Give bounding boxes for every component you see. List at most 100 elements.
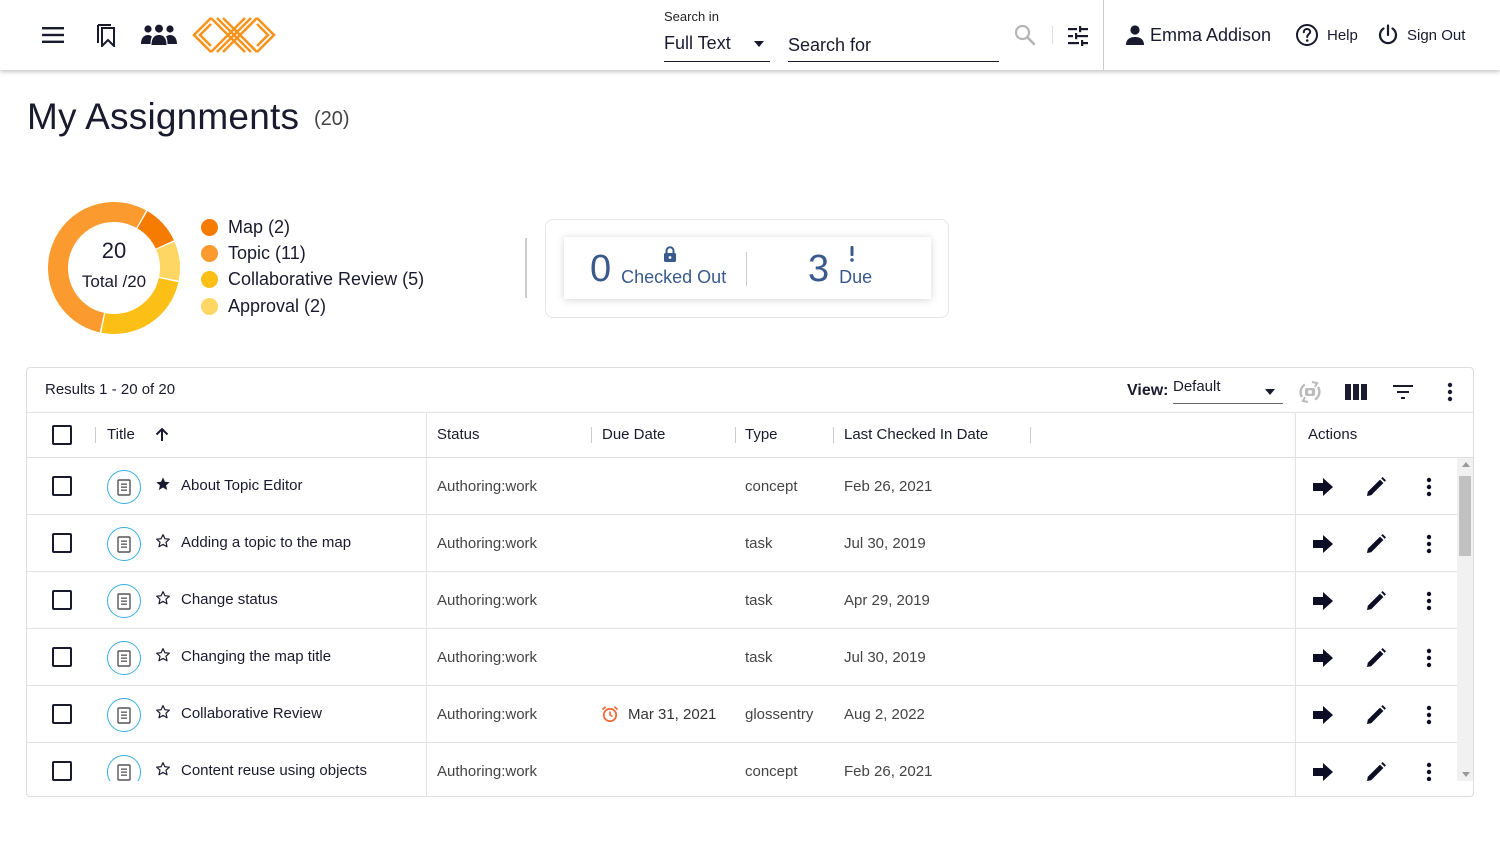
- stats-divider: [746, 252, 747, 286]
- legend-label: Topic (11): [228, 243, 306, 264]
- help-button[interactable]: Help: [1295, 22, 1358, 48]
- row-more-button[interactable]: [1416, 531, 1442, 557]
- due-stat[interactable]: 3 Due: [808, 250, 872, 288]
- star-outline-icon[interactable]: [155, 590, 173, 608]
- scroll-thumb[interactable]: [1459, 476, 1471, 556]
- page-count: (20): [314, 108, 350, 130]
- advanced-search-button[interactable]: [1064, 22, 1092, 50]
- row-title[interactable]: About Topic Editor: [181, 477, 302, 494]
- row-last-checked-in: Apr 29, 2019: [844, 592, 930, 609]
- legend-item-topic[interactable]: Topic (11): [201, 240, 424, 266]
- open-button[interactable]: [1310, 474, 1336, 500]
- exclamation-icon: [850, 246, 854, 262]
- edit-button[interactable]: [1363, 588, 1389, 614]
- row-more-button[interactable]: [1416, 588, 1442, 614]
- row-more-button[interactable]: [1416, 645, 1442, 671]
- row-title[interactable]: Change status: [181, 591, 278, 608]
- summary-divider: [525, 238, 527, 298]
- row-checkbox[interactable]: [52, 533, 72, 553]
- row-title[interactable]: Changing the map title: [181, 648, 331, 665]
- edit-button[interactable]: [1363, 474, 1389, 500]
- search-button[interactable]: [1012, 22, 1038, 48]
- row-more-button[interactable]: [1416, 474, 1442, 500]
- row-status: Authoring:work: [437, 478, 538, 495]
- search-icon: [1014, 24, 1036, 46]
- bookmarks-icon: [97, 24, 115, 47]
- row-more-button[interactable]: [1416, 759, 1442, 781]
- scroll-down-arrow[interactable]: [1462, 772, 1470, 777]
- legend-dot: [201, 245, 218, 263]
- search-scope-select[interactable]: Full Text: [664, 30, 770, 62]
- topic-document-icon[interactable]: [107, 755, 141, 781]
- table-row[interactable]: Content reuse using objects Authoring:wor…: [27, 743, 1457, 781]
- legend-dot: [201, 218, 218, 236]
- table-row[interactable]: Adding a topic to the map Authoring:work t…: [27, 515, 1457, 572]
- sign-out-label: Sign Out: [1407, 26, 1466, 44]
- row-last-checked-in: Jul 30, 2019: [844, 649, 926, 666]
- topic-document-icon[interactable]: [107, 470, 141, 504]
- star-outline-icon[interactable]: [155, 704, 173, 722]
- row-title[interactable]: Content reuse using objects: [181, 762, 367, 779]
- header-divider: [1103, 0, 1104, 70]
- row-checkbox[interactable]: [52, 647, 72, 667]
- topic-document-icon[interactable]: [107, 584, 141, 618]
- row-status: Authoring:work: [437, 592, 538, 609]
- lock-icon: [664, 246, 676, 262]
- sign-out-button[interactable]: Sign Out: [1377, 22, 1465, 48]
- star-outline-icon[interactable]: [155, 647, 173, 665]
- brand-logo[interactable]: [192, 16, 276, 54]
- row-last-checked-in: Aug 2, 2022: [844, 706, 925, 723]
- more-vertical-icon: [1426, 477, 1432, 497]
- topic-document-icon[interactable]: [107, 698, 141, 732]
- assignments-table-card: Results 1 - 20 of 20 View: Default Title…: [26, 367, 1474, 797]
- more-vertical-icon: [1426, 762, 1432, 781]
- row-type: concept: [745, 478, 798, 495]
- row-checkbox[interactable]: [52, 704, 72, 724]
- row-checkbox[interactable]: [52, 476, 72, 496]
- row-due-date: Mar 31, 2021: [601, 705, 716, 723]
- row-checkbox[interactable]: [52, 761, 72, 781]
- pencil-icon: [1365, 533, 1387, 555]
- topic-document-icon[interactable]: [107, 641, 141, 675]
- edit-button[interactable]: [1363, 645, 1389, 671]
- scroll-up-arrow[interactable]: [1462, 462, 1470, 467]
- legend-label: Map (2): [228, 216, 291, 237]
- arrow-right-icon: [1313, 535, 1333, 553]
- row-title[interactable]: Collaborative Review: [181, 705, 322, 722]
- due-count: 3: [808, 248, 830, 290]
- legend-item-approval[interactable]: Approval (2): [201, 293, 424, 319]
- star-filled-icon[interactable]: [155, 476, 173, 494]
- star-outline-icon[interactable]: [155, 761, 173, 779]
- row-checkbox[interactable]: [52, 590, 72, 610]
- legend-item-collaborative-review[interactable]: Collaborative Review (5): [201, 267, 424, 293]
- open-button[interactable]: [1310, 531, 1336, 557]
- table-row[interactable]: Change status Authoring:work task Apr 29, 2…: [27, 572, 1457, 629]
- table-row[interactable]: Collaborative Review Authoring:work Mar 31…: [27, 686, 1457, 743]
- user-menu-button[interactable]: Emma Addison: [1124, 22, 1271, 48]
- row-title[interactable]: Adding a topic to the map: [181, 534, 351, 551]
- edit-button[interactable]: [1363, 759, 1389, 781]
- groups-button[interactable]: [138, 20, 180, 50]
- edit-button[interactable]: [1363, 702, 1389, 728]
- legend-item-map[interactable]: Map (2): [201, 214, 424, 240]
- star-outline-icon[interactable]: [155, 533, 173, 551]
- open-button[interactable]: [1310, 702, 1336, 728]
- row-status: Authoring:work: [437, 535, 538, 552]
- more-vertical-icon: [1426, 534, 1432, 554]
- table-scrollbar[interactable]: [1457, 458, 1473, 781]
- open-button[interactable]: [1310, 759, 1336, 781]
- menu-button[interactable]: [38, 20, 68, 50]
- checked-out-stat[interactable]: 0 Checked Out: [590, 250, 726, 288]
- bookmarks-button[interactable]: [92, 20, 120, 50]
- edit-button[interactable]: [1363, 531, 1389, 557]
- search-input[interactable]: [788, 30, 999, 62]
- open-button[interactable]: [1310, 588, 1336, 614]
- row-more-button[interactable]: [1416, 702, 1442, 728]
- pencil-icon: [1365, 476, 1387, 498]
- topic-document-icon[interactable]: [107, 527, 141, 561]
- arrow-right-icon: [1313, 706, 1333, 724]
- table-row[interactable]: Changing the map title Authoring:work task…: [27, 629, 1457, 686]
- open-button[interactable]: [1310, 645, 1336, 671]
- tune-icon: [1068, 26, 1088, 46]
- table-row[interactable]: About Topic Editor Authoring:work concept F…: [27, 458, 1457, 515]
